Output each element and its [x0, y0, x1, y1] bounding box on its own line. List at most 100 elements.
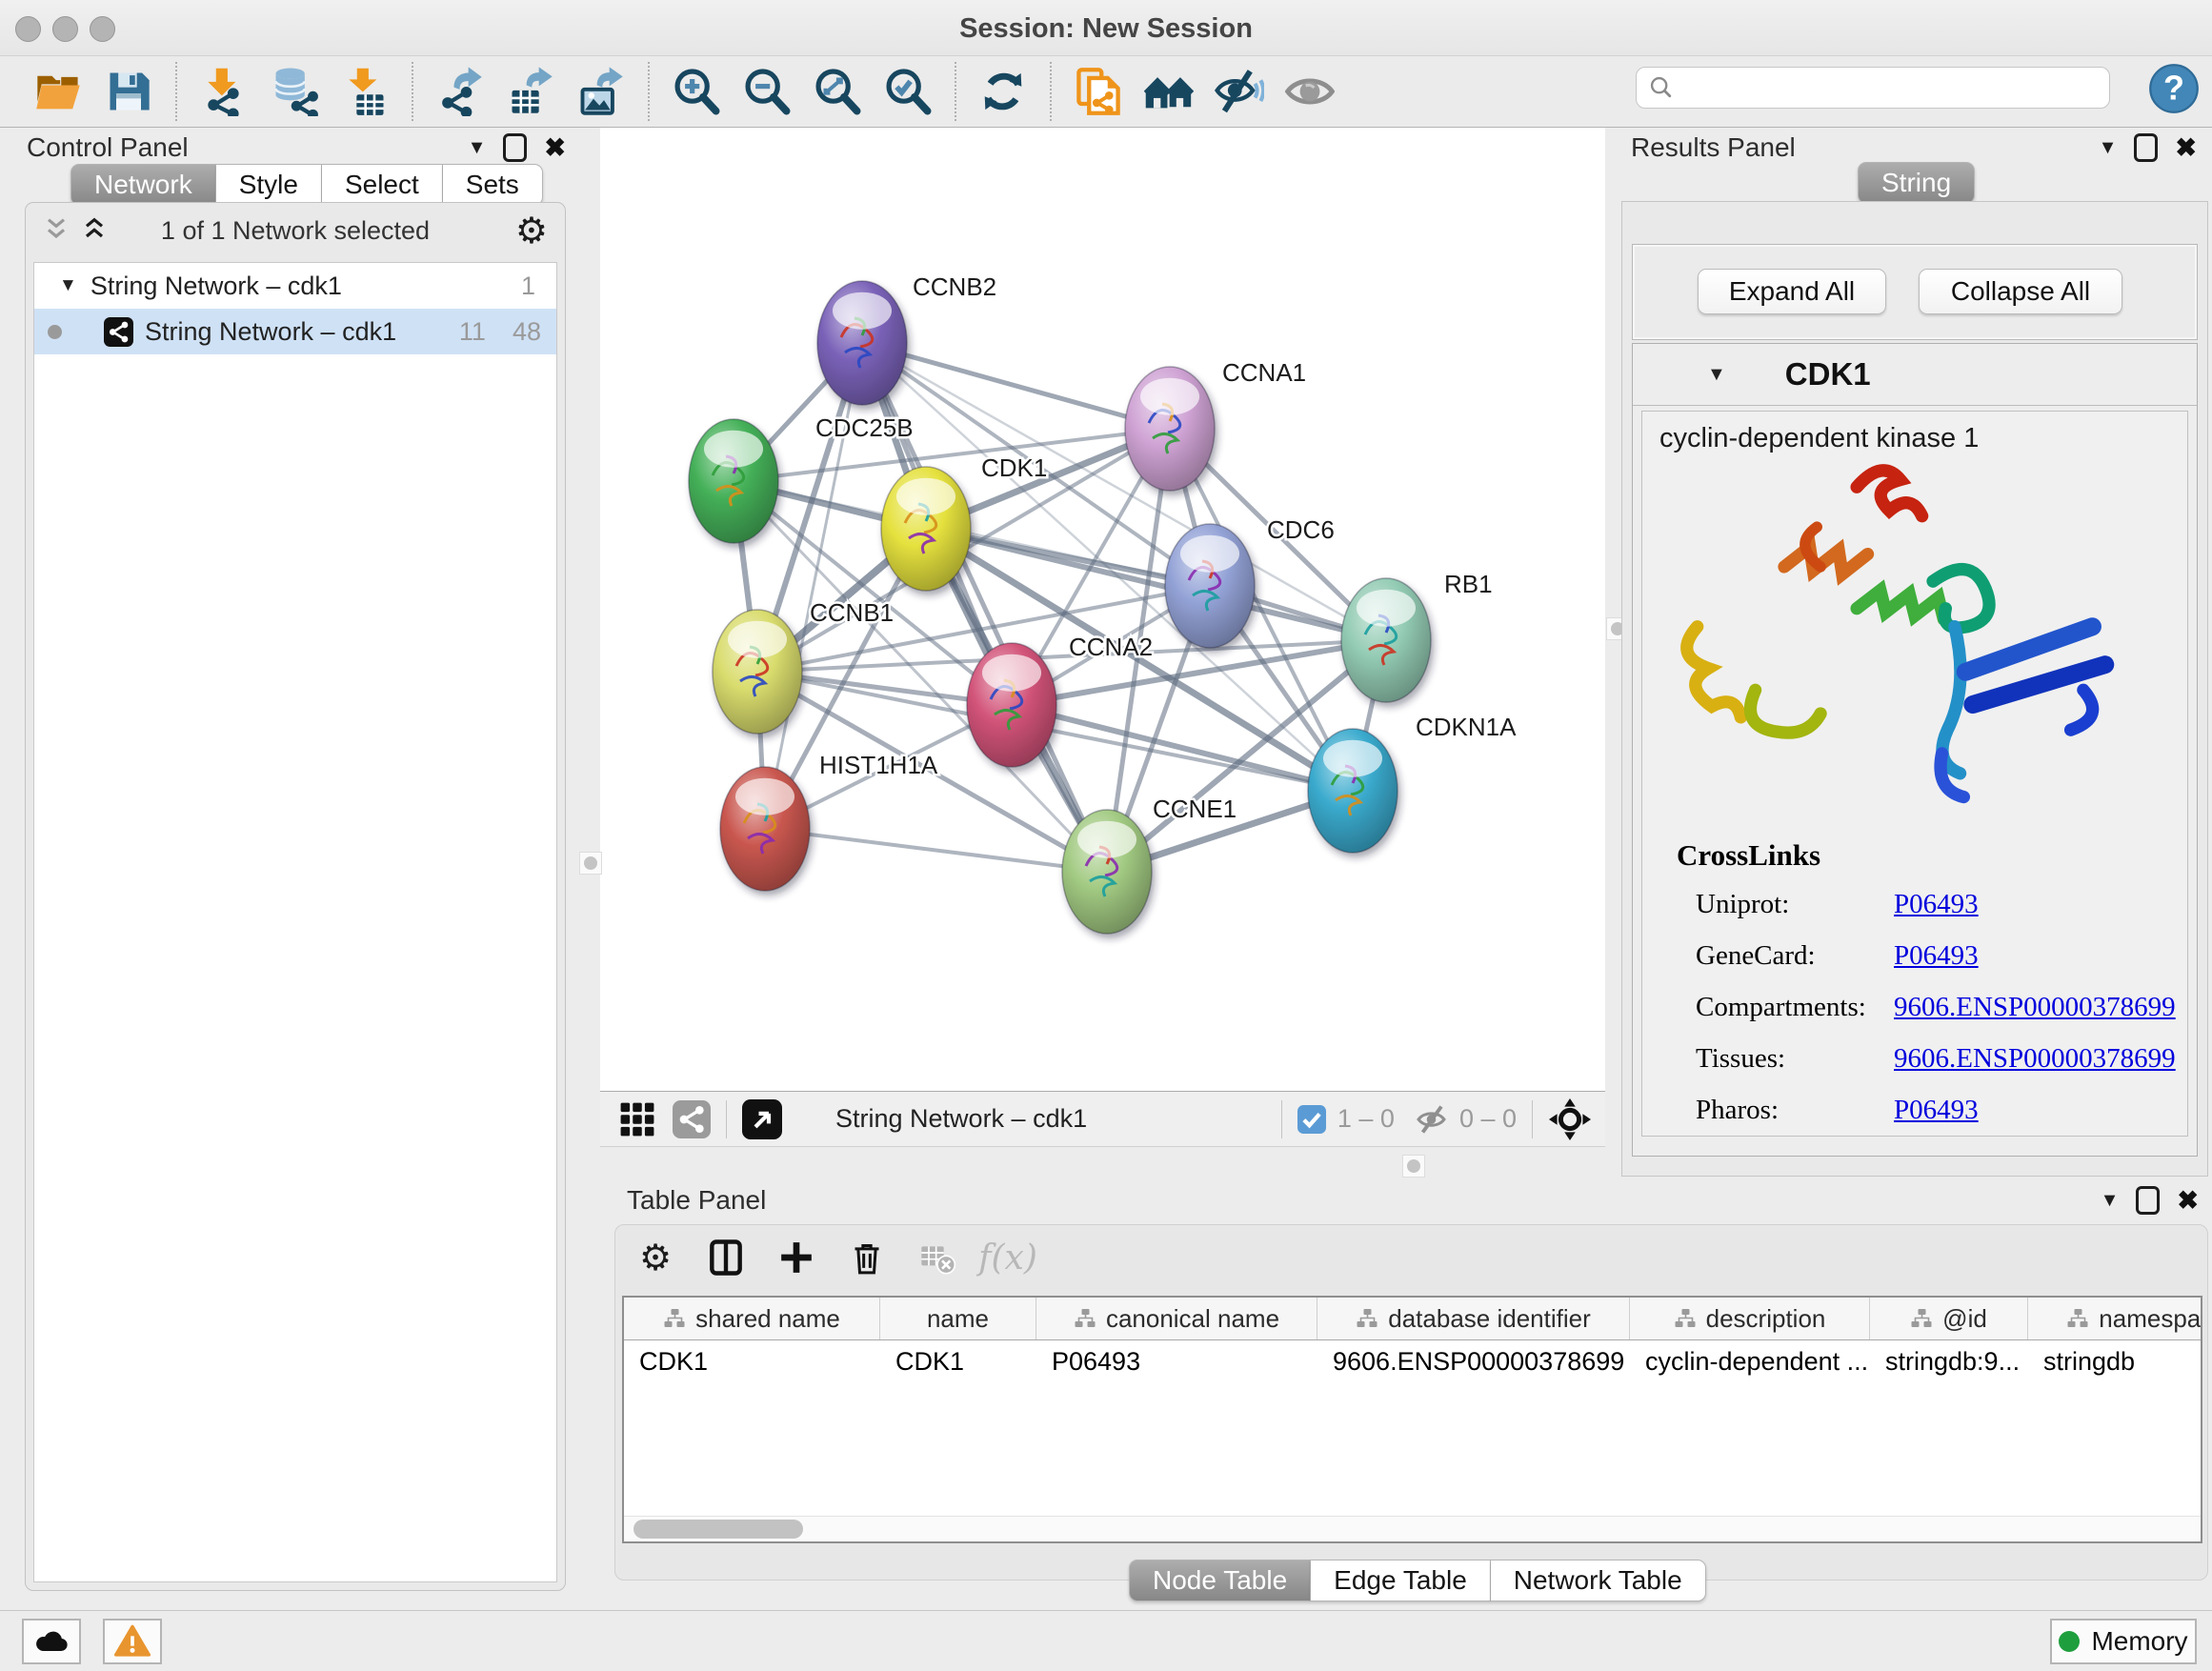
column-header-shared-name[interactable]: shared name: [624, 1298, 880, 1339]
network-node-CCNB2[interactable]: [817, 281, 907, 405]
selected-checkbox-icon[interactable]: [1297, 1105, 1326, 1134]
cell-name[interactable]: CDK1: [880, 1340, 1036, 1382]
network-row-label: String Network – cdk1: [145, 317, 396, 347]
tab-string[interactable]: String: [1858, 162, 1975, 204]
gene-section-header[interactable]: ▼ CDK1: [1633, 344, 2197, 406]
network-node-CCNE1[interactable]: [1062, 810, 1152, 934]
memory-button[interactable]: Memory: [2050, 1619, 2197, 1664]
save-session-icon[interactable]: [103, 63, 154, 120]
cell--id[interactable]: stringdb:9...: [1870, 1340, 2028, 1382]
tab-style[interactable]: Style: [216, 164, 322, 206]
cell-namespace[interactable]: stringdb: [2028, 1340, 2202, 1382]
import-table-file-icon[interactable]: [339, 63, 391, 120]
tab-network-table[interactable]: Network Table: [1491, 1560, 1706, 1601]
network-from-clipboard-icon[interactable]: [1073, 63, 1124, 120]
gene-expander-icon[interactable]: ▼: [1707, 364, 1726, 386]
column-header-canonical-name[interactable]: canonical name: [1036, 1298, 1317, 1339]
scrollbar-thumb[interactable]: [633, 1520, 803, 1539]
network-canvas[interactable]: CCNB2CCNA1CDC25BCDK1CDC6RB1CCNB1CCNA2CDK…: [600, 128, 1605, 1092]
protein-structure-image: [1642, 454, 2187, 826]
network-node-CCNB1[interactable]: [713, 610, 802, 734]
gene-details: cyclin-dependent kinase 1: [1641, 411, 2188, 1137]
tab-edge-table[interactable]: Edge Table: [1311, 1560, 1491, 1601]
crosslink-link[interactable]: P06493: [1894, 1095, 1979, 1126]
hide-graphics-icon[interactable]: [1214, 63, 1265, 120]
grid-view-icon[interactable]: [619, 1101, 655, 1137]
network-node-CDKN1A[interactable]: [1308, 729, 1398, 853]
help-icon[interactable]: ?: [2148, 63, 2200, 119]
crosslink-link[interactable]: 9606.ENSP00000378699: [1894, 1043, 2176, 1075]
network-node-HIST1H1A[interactable]: [720, 767, 810, 891]
crosslink-link[interactable]: 9606.ENSP00000378699: [1894, 992, 2176, 1023]
network-node-CCNA2[interactable]: [967, 643, 1056, 767]
search-input[interactable]: [1675, 72, 2109, 104]
cell-canonical-name[interactable]: P06493: [1036, 1340, 1317, 1382]
tab-sets[interactable]: Sets: [443, 164, 543, 206]
control-panel-close-icon[interactable]: ✖: [544, 135, 566, 161]
show-columns-icon[interactable]: [703, 1235, 749, 1280]
network-node-RB1[interactable]: [1341, 578, 1431, 702]
results-panel-close-icon[interactable]: ✖: [2175, 135, 2197, 161]
column-header-name[interactable]: name: [880, 1298, 1036, 1339]
column-header-namespace[interactable]: namespace: [2028, 1298, 2202, 1339]
zoom-selected-icon[interactable]: [882, 63, 934, 120]
cell-database-identifier[interactable]: 9606.ENSP00000378699: [1317, 1340, 1630, 1382]
toolbar-separator: [175, 62, 177, 121]
export-image-icon[interactable]: [575, 63, 627, 120]
cell-description[interactable]: cyclin-dependent ...: [1630, 1340, 1870, 1382]
control-panel-collapse-icon[interactable]: ▼: [468, 137, 487, 159]
zoom-out-icon[interactable]: [741, 63, 793, 120]
export-network-icon[interactable]: [434, 63, 486, 120]
node-table-row[interactable]: CDK1CDK1P064939606.ENSP00000378699cyclin…: [624, 1340, 2201, 1382]
table-horizontal-scrollbar[interactable]: [624, 1516, 2201, 1541]
tab-network[interactable]: Network: [70, 164, 216, 206]
column-header-description[interactable]: description: [1630, 1298, 1870, 1339]
import-network-database-icon[interactable]: [269, 63, 320, 120]
export-table-icon[interactable]: [505, 63, 556, 120]
birdseye-navigator-icon[interactable]: [1548, 1097, 1592, 1141]
delete-column-icon[interactable]: [844, 1235, 890, 1280]
crosslink-link[interactable]: P06493: [1894, 889, 1979, 920]
cell-shared-name[interactable]: CDK1: [624, 1340, 880, 1382]
edge-CDK1-RB1[interactable]: [926, 529, 1386, 640]
warnings-button[interactable]: [103, 1619, 162, 1664]
table-panel-collapse-icon[interactable]: ▼: [2101, 1190, 2120, 1212]
tab-select[interactable]: Select: [322, 164, 443, 206]
left-splitter-handle[interactable]: [579, 852, 602, 875]
results-panel-float-icon[interactable]: [2134, 133, 2158, 162]
crosslink-link[interactable]: P06493: [1894, 940, 1979, 972]
crosslinks-list: Uniprot:P06493GeneCard:P06493Compartment…: [1642, 878, 2187, 1136]
column-header--id[interactable]: @id: [1870, 1298, 2028, 1339]
refresh-icon[interactable]: [977, 63, 1029, 120]
horizontal-splitter-handle[interactable]: [1402, 1155, 1425, 1178]
table-panel-close-icon[interactable]: ✖: [2177, 1188, 2199, 1214]
tree-expander-icon[interactable]: ▼: [59, 275, 77, 296]
open-session-icon[interactable]: [32, 63, 84, 120]
string-home-icon[interactable]: [1143, 63, 1195, 120]
network-view-share-icon[interactable]: [673, 1100, 711, 1138]
tab-node-table[interactable]: Node Table: [1129, 1560, 1311, 1601]
network-node-CDC25B[interactable]: [689, 419, 778, 543]
table-options-gear-icon[interactable]: ⚙: [633, 1235, 678, 1280]
import-network-file-icon[interactable]: [198, 63, 250, 120]
column-header-database-identifier[interactable]: database identifier: [1317, 1298, 1630, 1339]
network-node-CDC6[interactable]: [1165, 524, 1255, 648]
table-panel-float-icon[interactable]: [2136, 1186, 2160, 1215]
node-label-HIST1H1A: HIST1H1A: [819, 751, 938, 779]
network-node-CDK1[interactable]: [881, 467, 971, 591]
control-panel-float-icon[interactable]: [503, 133, 527, 162]
detach-view-icon[interactable]: [742, 1099, 782, 1139]
hidden-eye-slash-icon[interactable]: [1416, 1102, 1450, 1137]
edge-HIST1H1A-CCNE1[interactable]: [765, 829, 1107, 872]
zoom-in-icon[interactable]: [671, 63, 722, 120]
search-box[interactable]: [1636, 67, 2110, 109]
network-row-selected[interactable]: String Network – cdk1 11 48: [34, 309, 556, 354]
network-collection-row[interactable]: ▼ String Network – cdk1 1: [34, 263, 556, 309]
add-column-icon[interactable]: [774, 1235, 819, 1280]
zoom-fit-icon[interactable]: [812, 63, 863, 120]
network-node-CCNA1[interactable]: [1125, 367, 1215, 491]
expand-all-button[interactable]: Expand All: [1698, 269, 1886, 314]
collapse-all-button[interactable]: Collapse All: [1919, 269, 2122, 314]
cloud-status-button[interactable]: [22, 1619, 81, 1664]
results-panel-collapse-icon[interactable]: ▼: [2099, 137, 2118, 159]
